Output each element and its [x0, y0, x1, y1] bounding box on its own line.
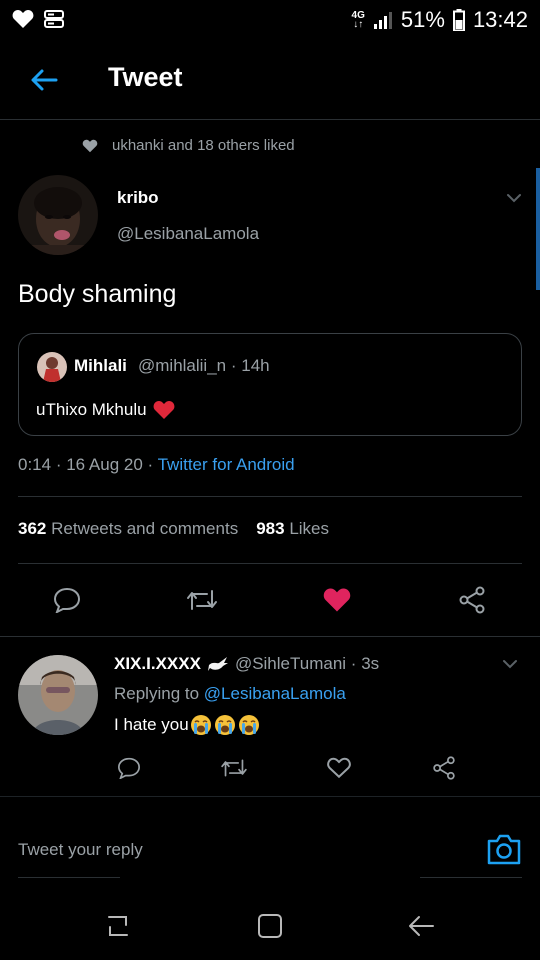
heart-notification-icon — [12, 10, 34, 28]
camera-button[interactable] — [486, 832, 522, 868]
recent-apps-button[interactable] — [100, 908, 136, 944]
quoted-tweet-age: 14h — [241, 356, 270, 375]
share-icon — [459, 586, 485, 614]
likes-stat[interactable]: 983 Likes — [256, 519, 329, 539]
tweet-menu-button[interactable] — [504, 188, 524, 208]
tweet-text: Body shaming — [18, 280, 177, 308]
author-name[interactable]: kribo — [117, 188, 159, 208]
caret-down-icon — [503, 660, 517, 669]
reply-icon — [117, 757, 141, 779]
quoted-author-name: Mihlali — [74, 356, 127, 375]
reply-button[interactable] — [47, 580, 87, 620]
signal-icon — [373, 12, 392, 29]
reply-composer-input[interactable]: Tweet your reply — [18, 840, 143, 860]
reply-menu-button[interactable] — [500, 654, 520, 674]
reply-actions — [0, 752, 540, 784]
back-nav-icon — [409, 916, 434, 936]
reply-retweet-button[interactable] — [218, 752, 250, 784]
social-context-text: ukhanki and 18 others liked — [112, 137, 295, 154]
like-button[interactable] — [317, 580, 357, 620]
loudly-crying-emoji-icon — [190, 715, 211, 735]
retweet-icon — [187, 590, 217, 610]
top-bar: Tweet — [0, 38, 540, 120]
quoted-tweet-text: uThixo Mkhulu — [36, 400, 175, 420]
tweet-actions — [0, 580, 540, 620]
system-nav-bar — [0, 890, 540, 960]
camera-icon — [487, 834, 521, 865]
scroll-indicator — [536, 168, 540, 290]
caret-down-icon — [507, 194, 521, 203]
author-handle[interactable]: @LesibanaLamola — [117, 224, 259, 244]
crying-emoji-group — [190, 714, 260, 736]
retweet-button[interactable] — [182, 580, 222, 620]
share-button[interactable] — [452, 580, 492, 620]
status-bar: 4G ↓↑ 51% 13:42 — [0, 0, 540, 38]
replying-to-mention[interactable]: @LesibanaLamola — [204, 684, 346, 703]
heart-icon — [82, 139, 98, 152]
battery-percent: 51% — [400, 7, 445, 32]
page-title: Tweet — [108, 62, 183, 92]
reply-share-button[interactable] — [428, 752, 460, 784]
share-icon — [433, 756, 455, 780]
divider — [18, 496, 522, 497]
tweet-timestamp: 0:14 · 16 Aug 20 · Twitter for Android — [18, 455, 295, 474]
reply-header: XIX.I.XXXX @SihleTumani · 3s — [114, 654, 379, 674]
tweet-date: 16 Aug 20 — [66, 455, 143, 474]
reply-author-handle[interactable]: @SihleTumani — [235, 654, 346, 673]
tweet-source-link[interactable]: Twitter for Android — [158, 455, 295, 474]
tweet-stats: 362 Retweets and comments 983 Likes — [18, 519, 329, 539]
like-icon — [323, 588, 351, 612]
back-nav-button[interactable] — [403, 908, 439, 944]
red-heart-emoji-icon — [153, 401, 174, 419]
storage-notification-icon — [44, 10, 64, 28]
quoted-author-avatar — [37, 352, 67, 382]
network-type: 4G ↓↑ — [351, 10, 365, 30]
reply-text: I hate you — [114, 714, 260, 736]
loudly-crying-emoji-icon — [214, 715, 235, 735]
home-icon — [258, 914, 282, 938]
dove-emoji-icon — [207, 657, 228, 671]
quoted-author-meta: @mihlalii_n · 14h — [138, 356, 270, 375]
reply-reply-button[interactable] — [113, 752, 145, 784]
quoted-tweet[interactable]: Mihlali @mihlalii_n · 14h uThixo Mkhulu — [18, 333, 522, 436]
retweet-icon — [221, 759, 247, 777]
reply-author-avatar[interactable] — [18, 655, 98, 735]
divider — [0, 796, 540, 797]
divider — [420, 877, 522, 878]
divider — [18, 877, 120, 878]
like-icon — [327, 757, 351, 779]
reply-age: 3s — [361, 654, 380, 673]
author-avatar[interactable] — [18, 175, 98, 255]
back-arrow-icon — [31, 69, 58, 91]
replying-to: Replying to @LesibanaLamola — [114, 684, 346, 703]
retweets-stat[interactable]: 362 Retweets and comments — [18, 519, 238, 539]
tweet-time: 0:14 — [18, 455, 52, 474]
reply-like-button[interactable] — [323, 752, 355, 784]
divider — [0, 636, 540, 637]
loudly-crying-emoji-icon — [238, 715, 259, 735]
clock: 13:42 — [472, 7, 528, 32]
reply-icon — [53, 587, 81, 613]
back-button[interactable] — [24, 60, 64, 100]
battery-icon — [452, 9, 465, 31]
divider — [18, 563, 522, 564]
home-button[interactable] — [252, 908, 288, 944]
reply-author-name[interactable]: XIX.I.XXXX — [114, 654, 201, 674]
quoted-author-handle: @mihlalii_n — [138, 356, 227, 375]
reply-author-meta: @SihleTumani · 3s — [234, 654, 380, 673]
recent-apps-icon — [108, 916, 128, 936]
social-context[interactable]: ukhanki and 18 others liked — [82, 137, 295, 154]
